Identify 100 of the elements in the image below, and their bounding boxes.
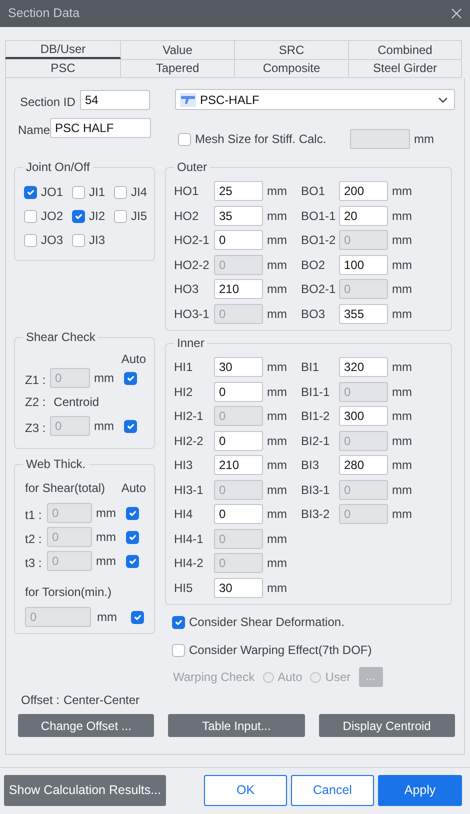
group-title: Joint On/Off (23, 160, 93, 174)
unit-label: mm (267, 408, 287, 425)
input-field[interactable]: 280 (339, 455, 388, 475)
input-field[interactable]: 20 (339, 206, 388, 226)
field-label: Name (17, 122, 50, 138)
input-field[interactable]: 0 (214, 382, 263, 402)
checkbox[interactable] (24, 210, 37, 222)
unit-label: mm (267, 359, 287, 376)
checkbox[interactable] (24, 234, 37, 246)
input-field[interactable]: 100 (339, 254, 388, 274)
unit-label: mm (267, 457, 287, 474)
checkbox-label: JI2 (89, 208, 106, 225)
checkbox[interactable] (114, 210, 127, 222)
unit-label: mm (94, 418, 115, 435)
field-label: HO2-2 (174, 256, 210, 274)
input-field[interactable]: 210 (214, 279, 263, 299)
checkbox[interactable] (24, 186, 37, 198)
field-label: BO3 (301, 306, 326, 322)
input-field[interactable]: 54 (80, 90, 150, 110)
checkbox-label: JI1 (89, 184, 106, 201)
column-label: Auto (121, 351, 146, 368)
unit-label: mm (94, 370, 115, 387)
checkbox[interactable] (72, 234, 85, 246)
unit-label: mm (392, 408, 412, 425)
tab[interactable]: Value (121, 40, 235, 59)
apply-button[interactable]: Apply (378, 775, 462, 806)
unit-label: mm (267, 232, 287, 249)
action-button[interactable]: Change Offset ... (18, 714, 154, 737)
field-label: BI3 (301, 457, 320, 474)
input-field[interactable]: 0 (214, 230, 263, 250)
unit-label: mm (392, 256, 412, 274)
checkbox[interactable] (72, 186, 85, 198)
field-label: HI2-2 (174, 432, 204, 450)
input-field[interactable]: 25 (214, 181, 263, 201)
checkbox[interactable] (72, 210, 85, 222)
unit-label: mm (267, 530, 287, 548)
group-title: Web Thick. (23, 457, 89, 471)
tab[interactable]: DB/User (5, 40, 121, 59)
field-label: BI1-2 (301, 408, 331, 425)
tab[interactable]: Tapered (121, 59, 235, 78)
field-label: HI4-2 (174, 555, 204, 572)
unit-label: mm (267, 281, 287, 298)
unit-label: mm (267, 482, 287, 498)
tab[interactable]: Combined (349, 40, 462, 59)
tab[interactable]: PSC (5, 59, 121, 78)
unit-label: mm (392, 384, 412, 400)
field-label: HO2 (174, 208, 200, 224)
group-title: Inner (174, 336, 208, 350)
field-label: Warping Check (173, 669, 255, 686)
field-label: HO1 (174, 183, 200, 200)
checkbox[interactable] (114, 186, 127, 198)
checkbox-label: JI3 (89, 232, 106, 249)
tab[interactable]: Composite (235, 59, 349, 78)
input-field[interactable]: 320 (339, 357, 388, 377)
checkbox-label: JI5 (131, 208, 148, 225)
checkbox-label: JO2 (41, 208, 64, 225)
input-field[interactable]: 300 (339, 406, 388, 426)
field-label: BO1-1 (301, 208, 337, 224)
dropdown[interactable]: PSC-HALF (175, 89, 455, 110)
input-field[interactable]: PSC HALF (50, 118, 151, 138)
close-icon[interactable] (451, 8, 462, 19)
section-shape-icon (180, 92, 196, 106)
unit-label: mm (267, 306, 287, 322)
checkbox-label: Consider Warping Effect(7th DOF) (189, 642, 372, 659)
unit-label: mm (392, 506, 412, 523)
checkbox[interactable] (172, 616, 185, 628)
field-label: t2 : (25, 530, 43, 548)
field-label: BO1 (301, 183, 326, 200)
unit-label: mm (392, 183, 412, 200)
action-button[interactable]: Table Input... (168, 714, 305, 737)
unit-label: mm (392, 432, 412, 450)
input-field[interactable]: 0 (214, 504, 263, 524)
unit-label: mm (267, 555, 287, 572)
tab[interactable]: SRC (235, 40, 349, 59)
unit-label: mm (267, 208, 287, 224)
input-field[interactable]: 30 (214, 357, 263, 377)
field-label: HI3 (174, 457, 194, 474)
dialog-button[interactable]: Show Calculation Results... (4, 775, 166, 806)
unit-label: mm (267, 183, 287, 200)
input-field[interactable]: 30 (214, 578, 263, 598)
dialog-button[interactable]: OK (204, 775, 287, 806)
checkbox-label: Consider Shear Deformation. (189, 614, 344, 631)
unit-label: mm (96, 553, 117, 570)
checkbox[interactable] (172, 644, 185, 656)
field-value: Center-Center (63, 692, 140, 709)
field-label: HI4 (174, 506, 194, 523)
unit-label: mm (267, 432, 287, 450)
field-label: Offset : (21, 692, 60, 709)
unit-label: mm (392, 232, 412, 249)
input-field[interactable]: 35 (214, 206, 263, 226)
input-field[interactable]: 0 (214, 430, 263, 450)
tab[interactable]: Steel Girder (349, 59, 462, 78)
input-field[interactable]: 355 (339, 304, 388, 324)
unit-label: mm (267, 580, 287, 596)
input-field[interactable]: 210 (214, 455, 263, 475)
input-field[interactable]: 200 (339, 181, 388, 201)
checkbox-label: JI4 (131, 184, 148, 201)
action-button[interactable]: Display Centroid (318, 714, 455, 737)
dialog-button[interactable]: Cancel (291, 775, 374, 806)
field-label: BO1-2 (301, 232, 337, 249)
